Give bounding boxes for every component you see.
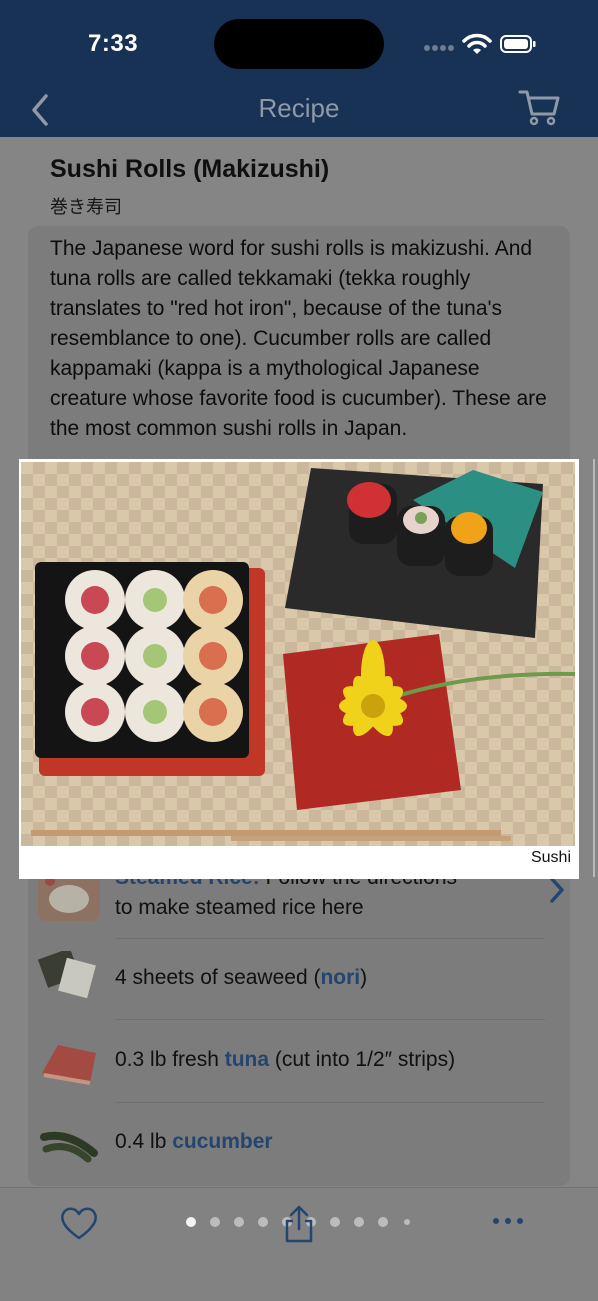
ingredient-prefix: 0.4 lb	[115, 1130, 173, 1153]
wifi-icon	[462, 33, 492, 54]
cucumber-thumbnail-icon	[40, 1131, 98, 1163]
nav-title: Recipe	[258, 93, 340, 123]
sushi-photo	[21, 462, 575, 846]
recipe-description: The Japanese word for sushi rolls is mak…	[50, 237, 547, 440]
more-options-icon[interactable]	[490, 1213, 526, 1229]
page-dot	[210, 1217, 220, 1227]
ingredient-prefix: 4 sheets of seaweed (	[115, 966, 321, 989]
tuna-thumbnail-icon	[42, 1045, 96, 1085]
ingredient-link[interactable]: cucumber	[172, 1130, 272, 1153]
page-dot	[378, 1217, 388, 1227]
battery-icon	[500, 35, 536, 53]
page-dot-active	[186, 1217, 196, 1227]
ingredient-suffix: )	[360, 966, 368, 989]
ingredient-row-nori: 4 sheets of seaweed (nori)	[30, 949, 570, 1019]
ingredient-row-cucumber: 0.4 lb cucumber	[30, 1113, 570, 1183]
ingredient-text: 4 sheets of seaweed (nori)	[115, 963, 367, 993]
share-icon[interactable]	[283, 1203, 315, 1243]
ingredient-suffix: (cut into 1/2″ strips)	[269, 1048, 456, 1071]
nori-thumbnail-icon	[38, 951, 96, 999]
favorite-heart-icon[interactable]	[59, 1205, 99, 1241]
ingredient-link[interactable]: tuna	[225, 1048, 269, 1071]
page-dot	[354, 1217, 364, 1227]
ingredient-text: 0.4 lb cucumber	[115, 1127, 273, 1157]
recipe-title: Sushi Rolls (Makizushi)	[50, 155, 330, 183]
ingredient-detail-line2: to make steamed rice here	[115, 896, 364, 919]
status-time: 7:33	[88, 30, 139, 57]
ingredient-row-tuna: 0.3 lb fresh tuna (cut into 1/2″ strips)	[30, 1031, 570, 1101]
shopping-cart-icon[interactable]	[518, 88, 562, 126]
recipe-content: Sushi Rolls (Makizushi) 巻き寿司 The Japanes…	[0, 137, 598, 1187]
page-dot	[258, 1217, 268, 1227]
page-dot-small	[404, 1219, 410, 1225]
page-dot	[330, 1217, 340, 1227]
next-photo-edge	[593, 459, 598, 877]
ingredient-divider	[115, 1102, 545, 1103]
chevron-right-icon	[550, 877, 564, 903]
page-dot	[234, 1217, 244, 1227]
cellular-signal-icon	[424, 45, 456, 53]
ingredient-divider	[115, 1019, 545, 1020]
navigation-bar: Recipe	[0, 82, 598, 137]
ingredient-link[interactable]: nori	[320, 966, 360, 989]
recipe-japanese-title: 巻き寿司	[50, 197, 122, 217]
dynamic-island	[214, 19, 384, 69]
status-bar: 7:33	[0, 0, 598, 82]
ingredient-text: 0.3 lb fresh tuna (cut into 1/2″ strips)	[115, 1045, 455, 1075]
bottom-toolbar	[0, 1187, 598, 1301]
photo-caption: Sushi	[530, 849, 571, 866]
ingredient-divider	[115, 938, 545, 939]
photo-viewer[interactable]: Sushi	[19, 459, 579, 879]
ingredient-prefix: 0.3 lb fresh	[115, 1048, 225, 1071]
